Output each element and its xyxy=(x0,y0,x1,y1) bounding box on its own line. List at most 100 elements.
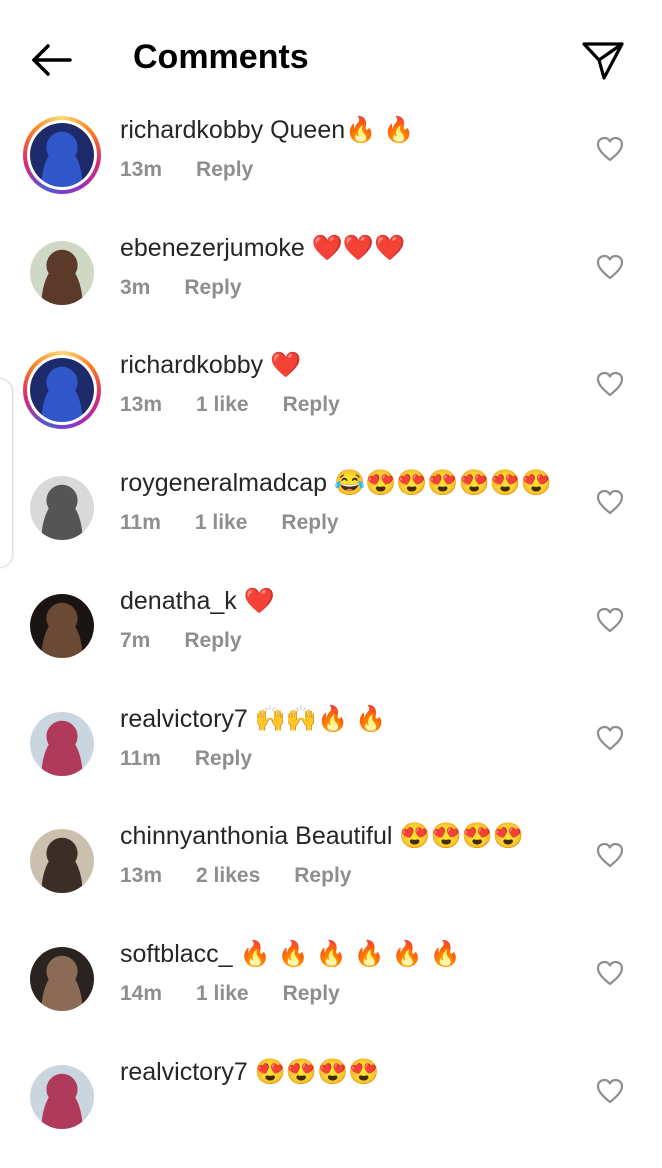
reply-button[interactable]: Reply xyxy=(184,276,241,299)
heart-icon[interactable] xyxy=(596,489,624,515)
avatar-image xyxy=(30,711,94,776)
comment-username[interactable]: denatha_k xyxy=(120,587,237,615)
comment-meta: 7m Reply xyxy=(120,629,276,653)
comment-meta: 3m Reply xyxy=(120,276,276,300)
comment-time: 11m xyxy=(120,511,161,535)
comment-item: denatha_k ❤️ 7m Reply xyxy=(0,579,662,697)
comment-likes[interactable]: 2 likes xyxy=(196,864,260,887)
heart-icon[interactable] xyxy=(596,371,624,397)
comment-text: 😂😍😍😍😍😍😍 xyxy=(327,469,552,498)
back-arrow-icon[interactable] xyxy=(28,40,76,80)
avatar-ring xyxy=(27,120,97,190)
avatar[interactable] xyxy=(23,587,101,665)
heart-icon[interactable] xyxy=(596,607,624,633)
comment-text: Beautiful 😍😍😍😍 xyxy=(288,822,524,851)
comment-meta: 13m 1 like Reply xyxy=(120,393,374,417)
comment-text: ❤️ xyxy=(263,351,302,380)
comment-line: softblacc_ 🔥 🔥 🔥 🔥 🔥 🔥 xyxy=(120,940,461,969)
comment-line: roygeneralmadcap 😂😍😍😍😍😍😍 xyxy=(120,469,552,498)
avatar-ring xyxy=(27,238,97,308)
reply-button[interactable]: Reply xyxy=(283,982,340,1005)
comment-time: 14m xyxy=(120,981,163,1005)
comment-username[interactable]: realvictory7 xyxy=(120,1058,248,1086)
reply-button[interactable]: Reply xyxy=(281,511,338,534)
comment-item: richardkobby Queen🔥 🔥 13m Reply xyxy=(0,108,662,226)
heart-icon[interactable] xyxy=(596,136,624,162)
comment-line: denatha_k ❤️ xyxy=(120,587,275,616)
comment-text: 🙌🙌🔥 🔥 xyxy=(247,704,387,733)
send-icon[interactable] xyxy=(580,36,626,82)
reply-button[interactable]: Reply xyxy=(294,864,351,887)
avatar[interactable] xyxy=(23,469,101,547)
avatar[interactable] xyxy=(23,116,101,194)
comment-likes[interactable]: 1 like xyxy=(196,982,249,1005)
comment-line: chinnyanthonia Beautiful 😍😍😍😍 xyxy=(120,822,524,851)
comment-line: ebenezerjumoke ❤️❤️❤️ xyxy=(120,234,405,263)
avatar-ring xyxy=(27,944,97,1014)
comment-text: 🔥 🔥 🔥 🔥 🔥 🔥 xyxy=(232,939,462,968)
comment-item: chinnyanthonia Beautiful 😍😍😍😍 13m 2 likes R… xyxy=(0,814,662,932)
avatar-image xyxy=(30,593,94,658)
comment-meta: 11m 1 like Reply xyxy=(120,511,373,535)
avatar-ring xyxy=(27,355,97,426)
heart-icon[interactable] xyxy=(596,960,624,986)
comment-line: realvictory7 🙌🙌🔥 🔥 xyxy=(120,705,386,734)
heart-icon[interactable] xyxy=(596,725,624,751)
comment-username[interactable]: roygeneralmadcap xyxy=(120,469,327,497)
avatar-image xyxy=(30,946,94,1011)
comment-time: 13m xyxy=(120,393,163,417)
avatar-ring xyxy=(27,473,97,543)
avatar[interactable] xyxy=(23,351,101,430)
comment-text: Queen🔥 🔥 xyxy=(263,116,415,144)
comment-likes[interactable]: 1 like xyxy=(195,511,248,534)
avatar-ring xyxy=(27,709,97,779)
comment-username[interactable]: softblacc_ xyxy=(120,940,233,968)
comment-meta: 14m 1 like Reply xyxy=(120,982,374,1006)
comment-item: realvictory7 😍😍😍😍 xyxy=(0,1050,662,1168)
heart-icon[interactable] xyxy=(596,842,624,868)
avatar-image xyxy=(30,123,94,187)
header: Comments xyxy=(0,0,662,108)
comment-text: 😍😍😍😍 xyxy=(247,1057,380,1086)
avatar[interactable] xyxy=(23,940,101,1018)
avatar-image xyxy=(30,358,94,423)
avatar[interactable] xyxy=(23,1058,101,1136)
comment-line: richardkobby Queen🔥 🔥 xyxy=(120,116,414,145)
comment-username[interactable]: ebenezerjumoke xyxy=(120,234,305,262)
avatar[interactable] xyxy=(23,822,101,900)
comment-time: 11m xyxy=(120,746,161,770)
heart-icon[interactable] xyxy=(596,254,624,280)
comment-item: softblacc_ 🔥 🔥 🔥 🔥 🔥 🔥 14m 1 like Reply xyxy=(0,932,662,1050)
comment-text: ❤️❤️❤️ xyxy=(304,233,406,262)
comment-time: 13m xyxy=(120,864,163,888)
comment-username[interactable]: chinnyanthonia xyxy=(120,822,288,850)
comment-meta: 13m Reply xyxy=(120,158,287,182)
avatar-image xyxy=(30,240,94,305)
avatar-ring xyxy=(27,591,97,661)
heart-icon[interactable] xyxy=(596,1078,624,1104)
page-title: Comments xyxy=(133,38,309,76)
reply-button[interactable]: Reply xyxy=(184,629,241,652)
comment-username[interactable]: realvictory7 xyxy=(120,705,248,733)
comment-item: ebenezerjumoke ❤️❤️❤️ 3m Reply xyxy=(0,226,662,344)
comment-text: ❤️ xyxy=(236,586,275,615)
reply-button[interactable]: Reply xyxy=(196,158,253,181)
comment-time: 7m xyxy=(120,628,151,652)
comment-likes[interactable]: 1 like xyxy=(196,393,249,416)
comment-line: realvictory7 😍😍😍😍 xyxy=(120,1058,379,1087)
avatar-image xyxy=(30,476,94,541)
comment-meta: 11m Reply xyxy=(120,747,286,771)
avatar[interactable] xyxy=(23,234,101,312)
comment-username[interactable]: richardkobby xyxy=(120,116,263,144)
reply-button[interactable]: Reply xyxy=(283,393,340,416)
avatar-image xyxy=(30,1064,94,1129)
avatar[interactable] xyxy=(23,705,101,783)
comment-time: 3m xyxy=(120,275,151,299)
reply-button[interactable]: Reply xyxy=(195,747,252,770)
comment-username[interactable]: richardkobby xyxy=(120,351,263,379)
comment-item: realvictory7 🙌🙌🔥 🔥 11m Reply xyxy=(0,697,662,815)
avatar-ring xyxy=(27,826,97,896)
comment-item: richardkobby ❤️ 13m 1 like Reply xyxy=(0,343,662,461)
comment-meta: 13m 2 likes Reply xyxy=(120,864,385,888)
avatar-image xyxy=(30,829,94,894)
